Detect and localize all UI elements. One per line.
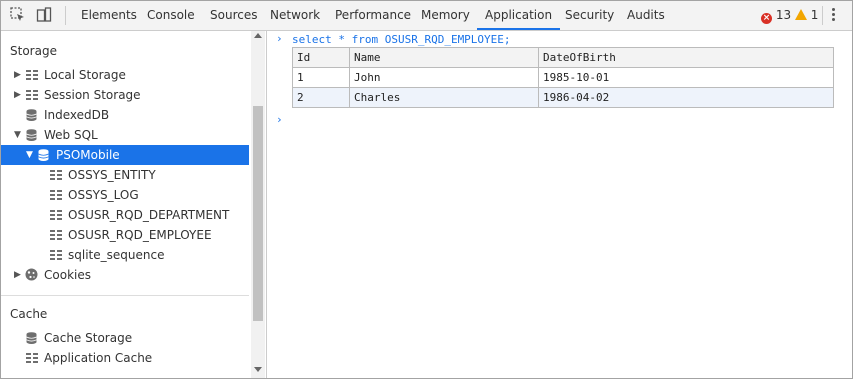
database-icon <box>26 332 37 344</box>
database-icon <box>26 129 37 141</box>
cache-section-title: Cache <box>10 307 48 321</box>
sidebar-item-label: PSOMobile <box>56 148 120 162</box>
warning-count: 1 <box>810 8 819 22</box>
scroll-up-arrow-icon[interactable] <box>254 33 262 38</box>
prompt-icon: › <box>276 32 283 45</box>
devtools-toolbar: Elements Console Sources Network Perform… <box>1 1 852 31</box>
table-cell: 2 <box>292 87 350 108</box>
sidebar-item-table[interactable]: OSUSR_RQD_EMPLOYEE <box>1 225 249 245</box>
expand-arrow-icon[interactable]: ▶ <box>14 65 21 85</box>
tab-audits[interactable]: Audits <box>627 1 665 30</box>
collapse-arrow-icon[interactable]: ▼ <box>14 125 21 145</box>
tab-sources[interactable]: Sources <box>210 1 257 30</box>
sidebar-item-label: IndexedDB <box>44 108 110 122</box>
sidebar-item-label: Session Storage <box>44 88 141 102</box>
table-cell: 1985-10-01 <box>538 67 834 88</box>
inspect-element-icon[interactable] <box>10 7 26 23</box>
tab-network[interactable]: Network <box>270 1 320 30</box>
storage-section-title: Storage <box>10 44 57 58</box>
sidebar-item-application-cache[interactable]: Application Cache <box>1 348 249 368</box>
sidebar-item-label: OSUSR_RQD_EMPLOYEE <box>68 228 212 242</box>
table-cell: Charles <box>349 87 539 108</box>
application-sidebar: Storage ▶ Local Storage ▶ Session Storag… <box>1 31 267 378</box>
sql-console[interactable]: › select * from OSUSR_RQD_EMPLOYEE; Id N… <box>267 31 852 378</box>
collapse-arrow-icon[interactable]: ▼ <box>26 145 33 165</box>
issues-counter[interactable]: × 13 1 <box>761 7 818 24</box>
error-count: 13 <box>775 8 792 22</box>
toolbar-separator <box>822 6 823 25</box>
devtools-window: Elements Console Sources Network Perform… <box>0 0 853 379</box>
toolbar-separator <box>65 6 66 25</box>
storage-grid-icon <box>26 353 38 363</box>
sidebar-item-table[interactable]: OSSYS_ENTITY <box>1 165 249 185</box>
query-result-table: Id Name DateOfBirth 1 John 1985-10-01 2 … <box>292 47 834 108</box>
table-header-row: Id Name DateOfBirth <box>292 47 834 68</box>
sidebar-item-table[interactable]: OSSYS_LOG <box>1 185 249 205</box>
sidebar-item-psomobile[interactable]: ▼ PSOMobile <box>1 145 249 165</box>
tab-application[interactable]: Application <box>477 1 561 30</box>
input-prompt-icon[interactable]: › <box>276 113 283 126</box>
sidebar-item-label: Cookies <box>44 268 91 282</box>
sidebar-item-local-storage[interactable]: ▶ Local Storage <box>1 65 249 85</box>
sidebar-item-cookies[interactable]: ▶ Cookies <box>1 265 249 285</box>
table-cell: 1 <box>292 67 350 88</box>
database-icon <box>38 149 49 161</box>
table-cell: 1986-04-02 <box>538 87 834 108</box>
tab-memory[interactable]: Memory <box>421 1 470 30</box>
sidebar-item-cache-storage[interactable]: Cache Storage <box>1 328 249 348</box>
executed-command: select * from OSUSR_RQD_EMPLOYEE; <box>292 33 511 46</box>
expand-arrow-icon[interactable]: ▶ <box>14 85 21 105</box>
sidebar-item-web-sql[interactable]: ▼ Web SQL <box>1 125 249 145</box>
error-icon: × <box>761 13 772 24</box>
sidebar-item-indexeddb[interactable]: IndexedDB <box>1 105 249 125</box>
tab-performance[interactable]: Performance <box>335 1 411 30</box>
warning-icon <box>794 9 807 20</box>
sidebar-item-label: Cache Storage <box>44 331 133 345</box>
table-cell: John <box>349 67 539 88</box>
device-toolbar-icon[interactable] <box>36 7 52 23</box>
scrollbar-thumb[interactable] <box>253 106 263 321</box>
cookie-icon <box>25 268 38 281</box>
section-divider <box>1 295 249 296</box>
sidebar-item-table[interactable]: OSUSR_RQD_DEPARTMENT <box>1 205 249 225</box>
sidebar-item-label: OSUSR_RQD_DEPARTMENT <box>68 208 230 222</box>
sidebar-scrollbar[interactable] <box>251 31 265 378</box>
table-icon <box>50 250 62 260</box>
table-row: 1 John 1985-10-01 <box>292 67 834 88</box>
column-header[interactable]: Id <box>292 47 350 68</box>
sidebar-item-label: Web SQL <box>44 128 98 142</box>
more-options-icon[interactable] <box>832 8 836 24</box>
sidebar-item-table[interactable]: sqlite_sequence <box>1 245 249 265</box>
table-icon <box>50 190 62 200</box>
storage-grid-icon <box>26 70 38 80</box>
sidebar-item-label: sqlite_sequence <box>68 248 165 262</box>
table-icon <box>50 230 62 240</box>
tab-console[interactable]: Console <box>147 1 195 30</box>
expand-arrow-icon[interactable]: ▶ <box>14 265 21 285</box>
table-icon <box>50 210 62 220</box>
tab-security[interactable]: Security <box>565 1 614 30</box>
table-row: 2 Charles 1986-04-02 <box>292 87 834 108</box>
database-icon <box>26 109 37 121</box>
table-icon <box>50 170 62 180</box>
sidebar-item-label: Application Cache <box>44 351 153 365</box>
sidebar-item-session-storage[interactable]: ▶ Session Storage <box>1 85 249 105</box>
tab-elements[interactable]: Elements <box>81 1 137 30</box>
scroll-down-arrow-icon[interactable] <box>254 367 262 372</box>
column-header[interactable]: DateOfBirth <box>538 47 834 68</box>
sidebar-item-label: OSSYS_LOG <box>68 188 139 202</box>
column-header[interactable]: Name <box>349 47 539 68</box>
sidebar-item-label: Local Storage <box>44 68 126 82</box>
storage-grid-icon <box>26 90 38 100</box>
sidebar-item-label: OSSYS_ENTITY <box>68 168 156 182</box>
